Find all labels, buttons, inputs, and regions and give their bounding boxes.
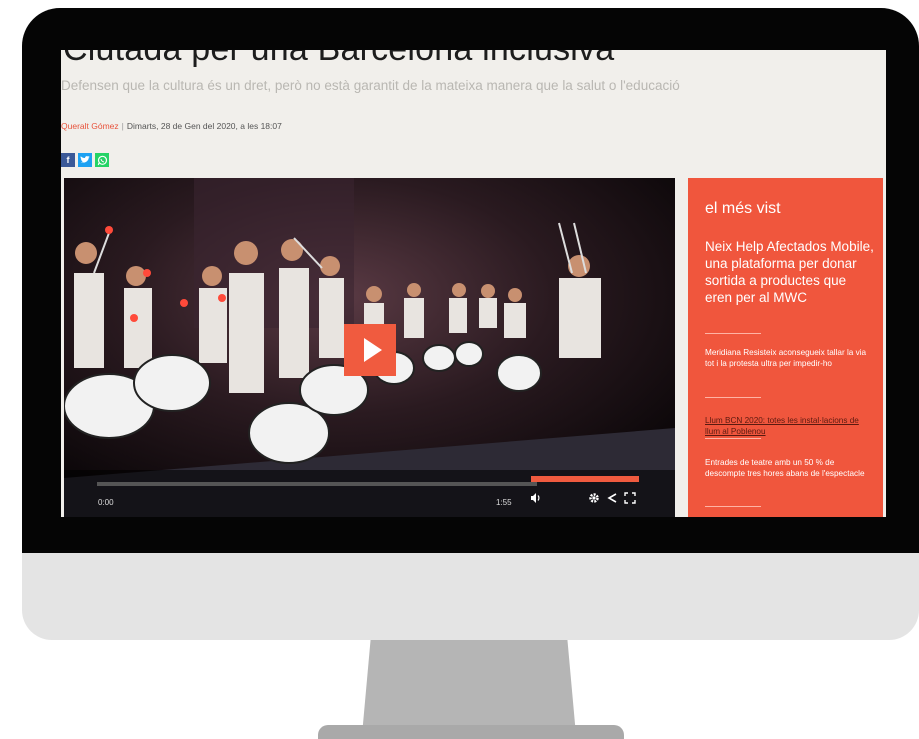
share-icon[interactable] <box>606 491 618 509</box>
article-headline: Ciutada per una Barcelona inclusiva <box>63 50 614 69</box>
monitor-stand <box>362 640 576 735</box>
byline: Queralt Gómez | Dimarts, 28 de Gen del 202… <box>61 121 282 131</box>
divider <box>705 506 761 507</box>
article-date: Dimarts, 28 de Gen del 2020, a les 18:07 <box>126 121 282 131</box>
byline-separator: | <box>121 121 124 131</box>
share-buttons: f <box>61 153 109 167</box>
sidebar-title: el més vist <box>705 200 781 217</box>
facebook-share-icon[interactable]: f <box>61 153 75 167</box>
sidebar-item[interactable]: Entrades de teatre amb un 50 % de descom… <box>705 458 873 479</box>
sidebar-item[interactable]: Llum BCN 2020: totes les instal·lacions … <box>705 416 873 437</box>
divider <box>705 333 761 334</box>
author-link[interactable]: Queralt Gómez <box>61 121 119 131</box>
play-icon <box>363 338 382 362</box>
screen: Ciutada per una Barcelona inclusiva Defe… <box>61 50 886 517</box>
video-controls: 0:00 1:55 <box>64 470 675 517</box>
play-button[interactable] <box>344 324 396 376</box>
divider <box>705 438 761 439</box>
divider <box>705 397 761 398</box>
duration: 1:55 <box>496 498 512 507</box>
most-viewed-sidebar: el més vist Neix Help Afectados Mobile, … <box>688 178 883 517</box>
settings-gear-icon[interactable] <box>588 491 600 509</box>
fullscreen-icon[interactable] <box>624 491 636 509</box>
article-subtitle: Defensen que la cultura és un dret, però… <box>61 78 680 93</box>
monitor-stand-base <box>318 725 624 739</box>
video-progress-bar[interactable] <box>97 482 537 486</box>
volume-icon[interactable] <box>530 491 542 509</box>
monitor-chin <box>22 553 919 640</box>
whatsapp-share-icon[interactable] <box>95 153 109 167</box>
volume-bar[interactable] <box>531 476 639 482</box>
video-player[interactable]: 0:00 1:55 <box>64 178 675 517</box>
twitter-share-icon[interactable] <box>78 153 92 167</box>
current-time: 0:00 <box>98 498 114 507</box>
sidebar-feature-link[interactable]: Neix Help Afectados Mobile, una platafor… <box>705 238 875 306</box>
sidebar-item[interactable]: Meridiana Resisteix aconsegueix tallar l… <box>705 348 873 369</box>
